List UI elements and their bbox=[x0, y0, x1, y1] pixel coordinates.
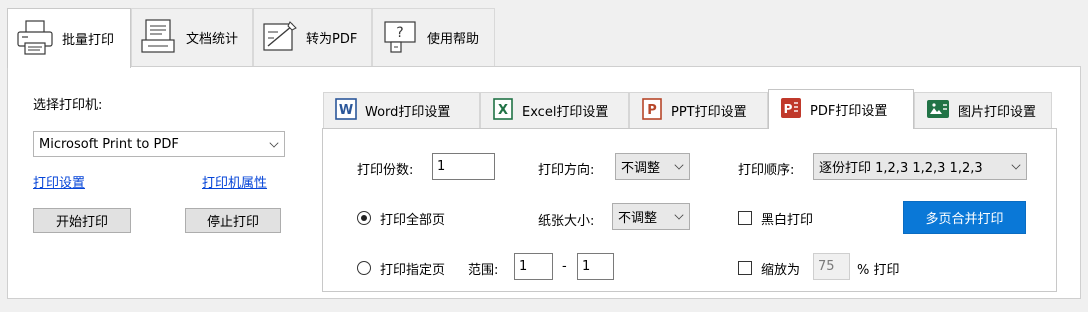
scale-checkbox[interactable] bbox=[738, 261, 752, 275]
bw-print-checkbox[interactable] bbox=[738, 211, 752, 225]
printer-select-value: Microsoft Print to PDF bbox=[39, 136, 179, 152]
tab-word-settings-label: Word打印设置 bbox=[365, 105, 451, 120]
chevron-down-icon bbox=[1011, 160, 1021, 170]
paper-size-select-value: 不调整 bbox=[618, 211, 658, 226]
tab-batch-print[interactable]: 批量打印 bbox=[7, 8, 131, 68]
direction-select[interactable]: 不调整 bbox=[615, 153, 690, 180]
scale-suffix-label: % 打印 bbox=[857, 263, 900, 278]
select-printer-label: 选择打印机: bbox=[33, 98, 103, 113]
range-dash: - bbox=[562, 259, 567, 274]
stop-print-button[interactable]: 停止打印 bbox=[185, 208, 281, 233]
svg-text:W: W bbox=[339, 103, 353, 118]
scale-input[interactable]: 75 bbox=[813, 253, 850, 280]
chevron-down-icon bbox=[674, 210, 684, 220]
start-print-button[interactable]: 开始打印 bbox=[33, 208, 131, 233]
convert-pdf-icon bbox=[260, 16, 300, 60]
tab-document-stats[interactable]: 文档统计 bbox=[131, 8, 253, 66]
tab-convert-pdf[interactable]: 转为PDF bbox=[253, 8, 372, 66]
tab-image-settings-label: 图片打印设置 bbox=[958, 105, 1037, 120]
range-from-input[interactable]: 1 bbox=[514, 253, 553, 280]
printer-properties-link[interactable]: 打印机属性 bbox=[202, 172, 267, 191]
tab-help-label: 使用帮助 bbox=[427, 32, 480, 47]
tab-batch-print-label: 批量打印 bbox=[62, 33, 115, 48]
tab-convert-pdf-label: 转为PDF bbox=[306, 32, 358, 47]
merge-print-button[interactable]: 多页合并打印 bbox=[903, 201, 1026, 234]
order-select[interactable]: 逐份打印 1,2,3 1,2,3 1,2,3 bbox=[813, 153, 1027, 180]
svg-text:P: P bbox=[784, 102, 793, 116]
ppt-icon: P bbox=[640, 97, 664, 125]
tab-help[interactable]: ? 使用帮助 bbox=[372, 8, 495, 66]
svg-text:?: ? bbox=[396, 25, 403, 41]
tab-pdf-settings[interactable]: P PDF打印设置 bbox=[768, 89, 914, 129]
svg-text:P: P bbox=[647, 103, 657, 118]
bw-print-label: 黑白打印 bbox=[761, 213, 814, 228]
print-all-radio[interactable] bbox=[357, 211, 371, 225]
print-all-label: 打印全部页 bbox=[380, 213, 446, 228]
tab-excel-settings-label: Excel打印设置 bbox=[522, 105, 609, 120]
document-stats-icon bbox=[138, 16, 180, 60]
tab-image-settings[interactable]: 图片打印设置 bbox=[914, 92, 1052, 128]
svg-text:X: X bbox=[498, 103, 508, 118]
excel-icon: X bbox=[491, 97, 515, 125]
print-range-radio[interactable] bbox=[357, 261, 371, 275]
tab-ppt-settings[interactable]: P PPT打印设置 bbox=[629, 92, 768, 128]
tab-pdf-settings-label: PDF打印设置 bbox=[810, 104, 888, 119]
order-select-value: 逐份打印 1,2,3 1,2,3 1,2,3 bbox=[819, 161, 983, 176]
order-label: 打印顺序: bbox=[738, 163, 795, 178]
scale-label: 缩放为 bbox=[761, 263, 801, 278]
chevron-down-icon bbox=[674, 160, 684, 170]
tab-ppt-settings-label: PPT打印设置 bbox=[671, 105, 747, 120]
paper-size-label: 纸张大小: bbox=[538, 214, 595, 229]
help-icon: ? bbox=[379, 16, 421, 60]
direction-select-value: 不调整 bbox=[621, 161, 661, 176]
word-icon: W bbox=[334, 97, 358, 125]
copies-label: 打印份数: bbox=[357, 163, 414, 178]
tab-document-stats-label: 文档统计 bbox=[186, 32, 239, 47]
range-to-input[interactable]: 1 bbox=[577, 253, 614, 280]
copies-input[interactable]: 1 bbox=[432, 153, 495, 180]
printer-select[interactable]: Microsoft Print to PDF bbox=[33, 131, 285, 157]
print-settings-link[interactable]: 打印设置 bbox=[33, 172, 85, 191]
tab-word-settings[interactable]: W Word打印设置 bbox=[323, 92, 480, 128]
range-label: 范围: bbox=[468, 263, 499, 278]
direction-label: 打印方向: bbox=[538, 163, 595, 178]
printer-icon bbox=[14, 17, 56, 61]
print-range-label: 打印指定页 bbox=[380, 263, 446, 278]
tab-excel-settings[interactable]: X Excel打印设置 bbox=[480, 92, 629, 128]
chevron-down-icon bbox=[269, 138, 279, 148]
pdf-icon: P bbox=[779, 96, 803, 124]
paper-size-select[interactable]: 不调整 bbox=[612, 203, 690, 230]
image-icon bbox=[925, 97, 951, 125]
